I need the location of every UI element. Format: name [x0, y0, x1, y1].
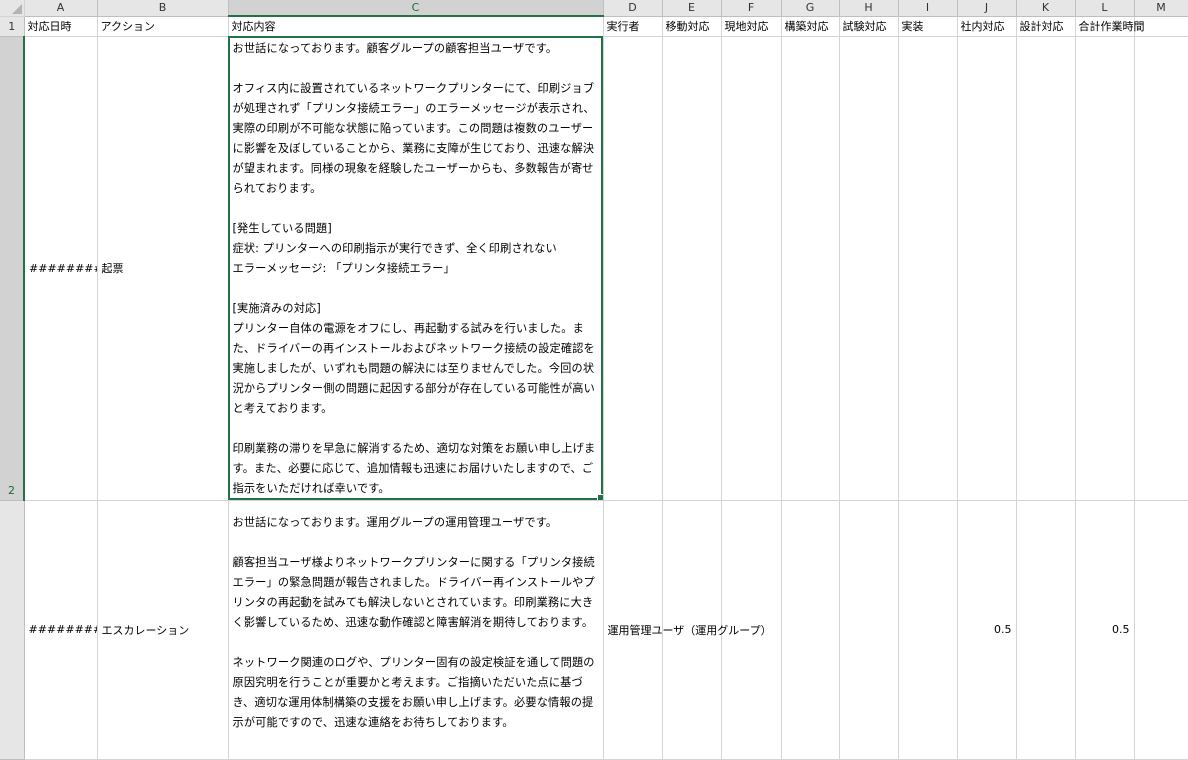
cell-l3[interactable]: 0.5 — [1075, 500, 1135, 760]
cell-l1[interactable]: 合計作業時間 — [1075, 16, 1145, 37]
column-header-f[interactable]: F — [721, 0, 782, 17]
cell-i2[interactable] — [898, 36, 958, 501]
sheet-row-1: 1 対応日時 アクション 対応内容 実行者 移動対応 現地対応 構築対応 試験対… — [0, 16, 1188, 37]
cell-m3[interactable] — [1134, 500, 1188, 760]
row-header-3[interactable] — [0, 500, 25, 760]
cell-k3[interactable] — [1016, 500, 1076, 760]
cell-i3[interactable] — [898, 500, 958, 760]
column-header-l[interactable]: L — [1075, 0, 1135, 17]
row-header-1[interactable]: 1 — [0, 16, 25, 37]
cell-i1[interactable]: 実装 — [898, 16, 958, 37]
cell-f1[interactable]: 現地対応 — [721, 16, 782, 37]
cell-k1[interactable]: 設計対応 — [1016, 16, 1076, 37]
cell-e2[interactable] — [662, 36, 722, 501]
cell-c2[interactable]: お世話になっております。顧客グループの顧客担当ユーザです。 オフィス内に設置され… — [228, 36, 604, 501]
cell-g1[interactable]: 構築対応 — [781, 16, 840, 37]
column-header-j[interactable]: J — [957, 0, 1017, 17]
column-header-i[interactable]: I — [898, 0, 958, 17]
column-header-b[interactable]: B — [97, 0, 229, 17]
cell-g2[interactable] — [781, 36, 840, 501]
column-header-k[interactable]: K — [1016, 0, 1076, 17]
cell-j2[interactable] — [957, 36, 1017, 501]
column-header-a[interactable]: A — [24, 0, 98, 17]
spreadsheet-grid[interactable]: A B C D E F G H I J K L M 1 対応日時 アクション 対… — [0, 0, 1188, 760]
column-header-m[interactable]: M — [1134, 0, 1188, 17]
cell-l2[interactable] — [1075, 36, 1135, 501]
cell-c2-text: お世話になっております。顧客グループの顧客担当ユーザです。 オフィス内に設置され… — [232, 41, 596, 495]
column-header-g[interactable]: G — [781, 0, 840, 17]
cell-j3[interactable]: 0.5 — [957, 500, 1017, 760]
cell-f2[interactable] — [721, 36, 782, 501]
cell-j1[interactable]: 社内対応 — [957, 16, 1017, 37]
select-all-triangle-icon — [11, 3, 22, 14]
cell-b1[interactable]: アクション — [97, 16, 229, 37]
column-header-e[interactable]: E — [662, 0, 722, 17]
cell-m2[interactable] — [1134, 36, 1188, 501]
column-header-row: A B C D E F G H I J K L M — [0, 0, 1188, 17]
cell-b2[interactable]: 起票 — [97, 36, 229, 501]
fill-handle[interactable] — [596, 493, 602, 500]
cell-h1[interactable]: 試験対応 — [839, 16, 899, 37]
column-header-c[interactable]: C — [228, 0, 604, 17]
cell-k2[interactable] — [1016, 36, 1076, 501]
cell-b3[interactable]: エスカレーション — [97, 500, 229, 760]
cell-h3[interactable] — [839, 500, 899, 760]
cell-c3[interactable]: お世話になっております。運用グループの運用管理ユーザです。 顧客担当ユーザ様より… — [228, 500, 604, 760]
sheet-row-3: ######### エスカレーション お世話になっております。運用グループの運用… — [0, 500, 1188, 760]
cell-e1[interactable]: 移動対応 — [662, 16, 722, 37]
cell-d1[interactable]: 実行者 — [603, 16, 663, 37]
cell-a2[interactable]: ######### — [24, 36, 98, 501]
cell-h2[interactable] — [839, 36, 899, 501]
cell-d3[interactable]: 運用管理ユーザ（運用グループ） — [603, 500, 772, 760]
column-header-d[interactable]: D — [603, 0, 663, 17]
cell-a3[interactable]: ######### — [24, 500, 98, 760]
cell-a1[interactable]: 対応日時 — [24, 16, 98, 37]
sheet-row-2: 2 ######### 起票 お世話になっております。顧客グループの顧客担当ユー… — [0, 36, 1188, 501]
column-header-h[interactable]: H — [839, 0, 899, 17]
cell-d2[interactable] — [603, 36, 663, 501]
select-all-corner[interactable] — [0, 0, 25, 17]
row-header-2[interactable]: 2 — [0, 36, 25, 501]
cell-g3[interactable] — [781, 500, 840, 760]
cell-c1[interactable]: 対応内容 — [228, 16, 604, 37]
